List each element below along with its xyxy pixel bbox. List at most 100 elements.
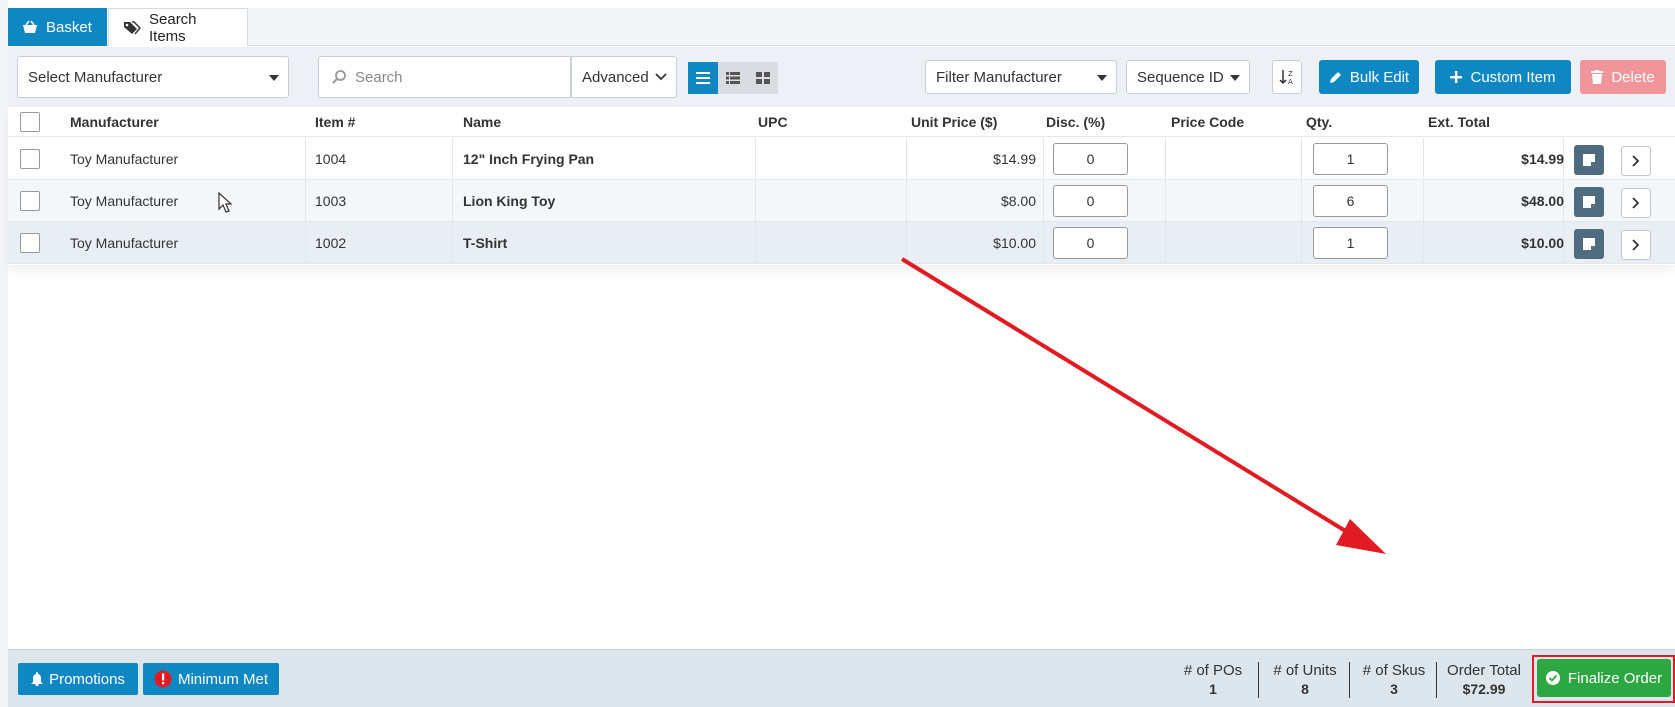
advanced-button[interactable]: Advanced [571, 56, 677, 98]
note-button[interactable] [1574, 229, 1604, 259]
filter-manufacturer-select[interactable]: Filter Manufacturer [925, 60, 1117, 94]
sort-direction-button[interactable]: ZA [1272, 60, 1302, 94]
quantity-input[interactable]: 6 [1313, 185, 1388, 217]
column-divider [1165, 222, 1166, 264]
chevron-right-icon [1632, 197, 1640, 209]
discount-input[interactable]: 0 [1053, 143, 1128, 175]
search-input[interactable]: Search [318, 56, 571, 98]
plus-icon [1450, 71, 1463, 83]
finalize-order-button[interactable]: Finalize Order [1537, 659, 1671, 697]
stat-order-total-label: Order Total [1447, 662, 1521, 679]
cell-ext-total: $48.00 [1521, 193, 1564, 209]
header-manufacturer[interactable]: Manufacturer [70, 114, 159, 130]
cell-name[interactable]: Lion King Toy [463, 180, 555, 222]
delete-button[interactable]: Delete [1580, 60, 1666, 94]
cell-unit-price: $8.00 [1000, 193, 1036, 209]
quantity-input[interactable]: 1 [1313, 143, 1388, 175]
stat-skus-label: # of Skus [1362, 662, 1426, 679]
sort-select[interactable]: Sequence ID [1126, 60, 1250, 94]
discount-input[interactable]: 0 [1053, 185, 1128, 217]
chevron-right-icon [1632, 239, 1640, 251]
mouse-cursor-icon [218, 192, 232, 213]
row-checkbox[interactable] [20, 191, 40, 211]
header-price-code[interactable]: Price Code [1171, 114, 1244, 130]
cell-unit-price: $14.99 [993, 151, 1036, 167]
table-row[interactable]: Toy Manufacturer 1003 Lion King Toy $8.00 0 6… [8, 180, 1675, 222]
tab-basket-label: Basket [46, 18, 92, 36]
table-header: Manufacturer Item # Name UPC Unit Price … [8, 107, 1675, 137]
cell-name[interactable]: 12" Inch Frying Pan [463, 138, 594, 180]
cell-name[interactable]: T-Shirt [463, 222, 507, 264]
header-ext-total[interactable]: Ext. Total [1428, 114, 1490, 130]
minimum-met-label: Minimum Met [177, 670, 268, 688]
svg-text:A: A [1288, 78, 1293, 85]
header-unit-price[interactable]: Unit Price ($) [911, 114, 997, 130]
select-all-checkbox[interactable] [20, 112, 40, 132]
column-divider [1165, 138, 1166, 180]
row-details-button[interactable] [1621, 188, 1651, 218]
column-divider [1043, 138, 1044, 180]
tab-basket[interactable]: Basket [8, 8, 107, 46]
header-name[interactable]: Name [463, 114, 501, 130]
header-item[interactable]: Item # [315, 114, 355, 130]
note-icon [1583, 154, 1595, 166]
custom-item-label: Custom Item [1470, 68, 1556, 86]
stat-skus-value: 3 [1390, 681, 1398, 697]
list-view-button[interactable] [688, 62, 718, 94]
stat-order-total: Order Total $72.99 [1440, 662, 1528, 698]
column-divider [1043, 180, 1044, 222]
column-divider [1043, 222, 1044, 264]
row-checkbox[interactable] [20, 233, 40, 253]
check-circle-icon [1545, 671, 1560, 685]
column-divider [452, 138, 453, 180]
finalize-order-label: Finalize Order [1567, 669, 1663, 687]
grid-view-button[interactable] [748, 62, 778, 94]
detail-view-button[interactable] [718, 62, 748, 94]
table-row[interactable]: Toy Manufacturer 1004 12" Inch Frying Pan $… [8, 138, 1675, 180]
note-button[interactable] [1574, 145, 1604, 175]
search-icon [331, 69, 347, 85]
tab-search-items[interactable]: Search Items [108, 8, 248, 46]
stat-divider [1349, 662, 1350, 698]
footer-bar: Promotions Minimum Met # of POs 1 # of U… [8, 649, 1675, 707]
bulk-edit-button[interactable]: Bulk Edit [1319, 60, 1419, 94]
note-button[interactable] [1574, 187, 1604, 217]
quantity-input[interactable]: 1 [1313, 227, 1388, 259]
column-divider [305, 138, 306, 180]
chevron-down-icon [1097, 75, 1107, 81]
row-details-button[interactable] [1621, 146, 1651, 176]
header-upc[interactable]: UPC [758, 114, 788, 130]
sort-select-value: Sequence ID [1137, 68, 1224, 86]
column-divider [1165, 180, 1166, 222]
column-divider [1301, 222, 1302, 264]
bell-icon [31, 672, 44, 686]
minimum-met-button[interactable]: Minimum Met [143, 663, 279, 695]
discount-input[interactable]: 0 [1053, 227, 1128, 259]
basket-icon [22, 20, 38, 34]
row-details-button[interactable] [1621, 230, 1651, 260]
custom-item-button[interactable]: Custom Item [1435, 60, 1571, 94]
delete-label: Delete [1611, 68, 1655, 86]
stat-divider [1258, 662, 1259, 698]
manufacturer-select[interactable]: Select Manufacturer [17, 56, 289, 98]
table-row[interactable]: Toy Manufacturer 1002 T-Shirt $10.00 0 1 $10.0… [8, 222, 1675, 264]
bulk-edit-label: Bulk Edit [1349, 68, 1410, 86]
pencil-icon [1329, 71, 1342, 84]
promotions-button[interactable]: Promotions [18, 663, 138, 695]
header-qty[interactable]: Qty. [1306, 114, 1332, 130]
stat-skus: # of Skus 3 [1354, 662, 1434, 698]
row-checkbox[interactable] [20, 149, 40, 169]
header-disc[interactable]: Disc. (%) [1046, 114, 1105, 130]
column-divider [1301, 138, 1302, 180]
cell-manufacturer: Toy Manufacturer [70, 151, 179, 167]
toolbar: Select Manufacturer Search Advanced Filt… [8, 47, 1675, 107]
stat-pos-value: 1 [1209, 681, 1217, 697]
chevron-right-icon [1632, 155, 1640, 167]
stat-units-value: 8 [1301, 681, 1309, 697]
search-placeholder: Search [355, 68, 403, 86]
sort-alpha-icon: ZA [1279, 69, 1295, 85]
column-divider [1301, 180, 1302, 222]
chevron-down-icon [655, 73, 667, 81]
cell-manufacturer: Toy Manufacturer [70, 235, 179, 251]
cell-manufacturer: Toy Manufacturer [70, 193, 179, 209]
